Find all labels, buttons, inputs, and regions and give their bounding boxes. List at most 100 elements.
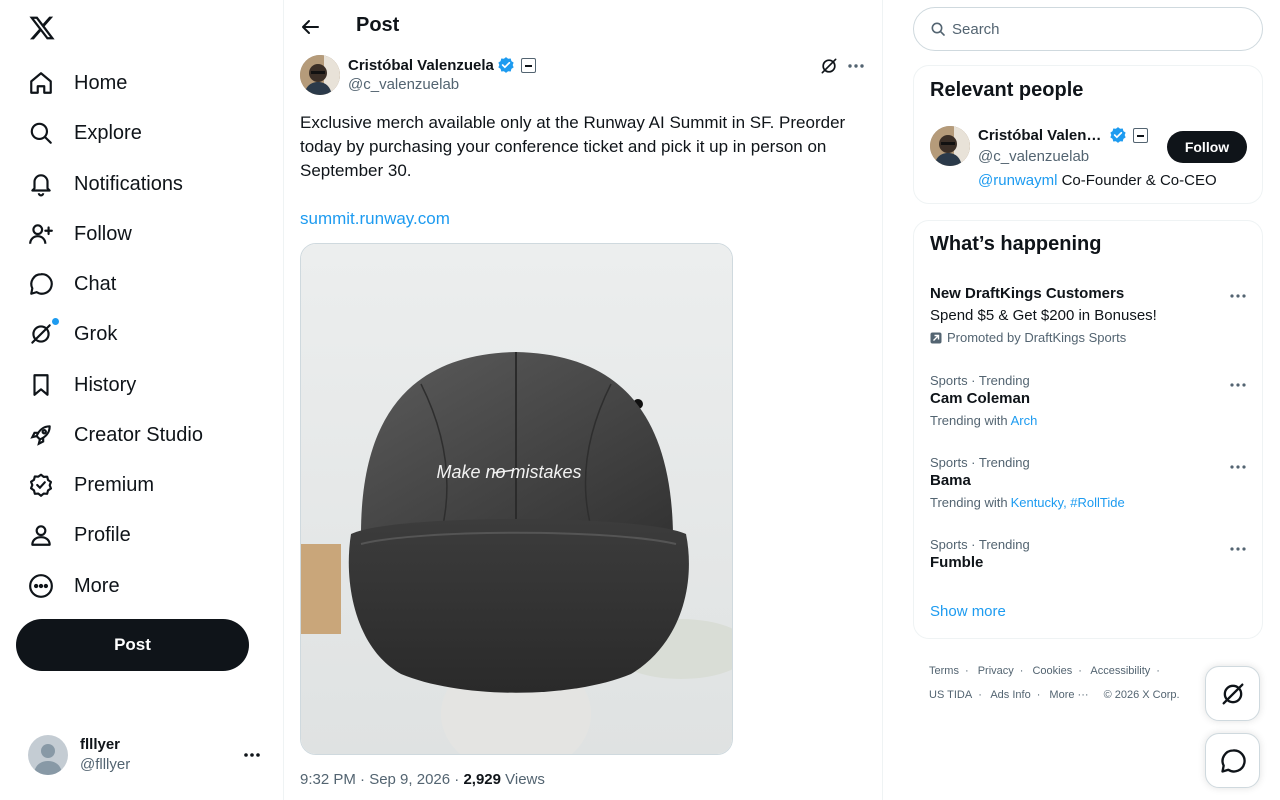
more-horizontal-icon[interactable] [1228,286,1248,306]
post-button[interactable]: Post [16,619,249,671]
bio-mention[interactable]: @runwayml [978,172,1057,189]
whats-happening-card: What’s happening New DraftKings Customer… [913,220,1263,639]
footer-links: Terms · Privacy · Cookies · Accessibility · … [929,665,1180,701]
follow-button[interactable]: Follow [1167,131,1247,163]
verified-badge-icon [28,472,54,498]
trend-category: Sports · Trending [930,455,1030,470]
tweet-link[interactable]: summit.runway.com [300,207,450,231]
trend-with: Trending with Arch [930,413,1248,429]
nav-label: Home [74,71,128,94]
trend-category: Sports · Trending [930,373,1030,388]
nav-item-history[interactable]: History [28,365,136,405]
author-avatar[interactable] [300,55,340,95]
tweet-image[interactable]: Make no mistakes [300,243,733,755]
footer-link[interactable]: Ads Info [990,689,1030,701]
nav-label: Chat [74,272,117,295]
search-input[interactable] [952,20,1232,38]
trend-item[interactable]: Sports · Trending Bama Trending with Kent… [930,455,1248,511]
person-handle: @c_valenzuelab [978,148,1090,165]
more-horizontal-icon[interactable] [846,56,866,76]
trend-item[interactable]: Sports · Trending Fumble [930,537,1248,573]
card-title: Relevant people [930,79,1084,101]
footer-link[interactable]: Terms [929,665,959,677]
tweet-text: Exclusive merch available only at the Ru… [300,113,846,180]
chat-icon [28,271,54,297]
trend-title: Cam Coleman [930,390,1031,407]
trend-title: Fumble [930,554,984,571]
promoted-text: Promoted by DraftKings Sports [947,330,1127,345]
nav-item-more[interactable]: More [28,566,120,606]
show-more-link[interactable]: Show more [930,603,1006,620]
more-horizontal-icon[interactable] [242,745,262,765]
views-label: Views [500,771,545,788]
trend-category: Sports · Trending [930,537,1030,552]
nav-item-explore[interactable]: Explore [28,113,142,153]
tweet-timestamp[interactable]: 9:32 PM · Sep 9, 2026 · [300,771,463,788]
search-icon [28,120,54,146]
nav-item-follow[interactable]: Follow [28,214,132,254]
footer-link[interactable]: Accessibility [1090,665,1150,677]
nav-label: History [74,373,137,396]
more-horizontal-icon[interactable] [1228,457,1248,477]
trend-with-label: Trending with [930,495,1008,510]
nav-item-profile[interactable]: Profile [28,515,131,555]
trend-with-label: Trending with [930,413,1008,428]
grok-icon [1219,680,1247,708]
affiliate-badge-icon [520,57,536,73]
rocket-icon [28,422,54,448]
trend-with: Trending with Kentucky, #RollTide [930,495,1248,511]
footer-link[interactable]: Privacy [978,665,1014,677]
nav-item-chat[interactable]: Chat [28,264,116,304]
promoted-icon [930,332,942,344]
nav-item-grok[interactable]: Grok [28,314,117,354]
footer-link[interactable]: More ··· [1049,689,1088,701]
nav-item-notifications[interactable]: Notifications [28,164,183,204]
trend-item[interactable]: Sports · Trending Cam Coleman Trending w… [930,373,1248,429]
cap-embroidery: Make no mistakes [436,462,581,482]
card-title: What’s happening [930,233,1102,255]
bio-text: Co-Founder & Co-CEO [1057,172,1217,189]
nav-item-home[interactable]: Home [28,63,127,103]
footer-link[interactable]: US TIDA [929,689,972,701]
chat-icon [1219,747,1247,775]
trend-item-promoted[interactable]: New DraftKings Customers Spend $5 & Get … [930,284,1248,346]
grok-floating-button[interactable] [1205,666,1260,721]
tweet-meta: 9:32 PM · Sep 9, 2026 · 2,929 Views [300,771,545,788]
more-horizontal-icon[interactable] [1228,375,1248,395]
search-box[interactable] [913,7,1263,51]
x-logo-icon[interactable] [28,14,56,42]
trend-tags[interactable]: Arch [1011,413,1038,428]
search-icon [930,21,946,37]
verified-check-icon [497,56,515,74]
more-circle-icon [28,573,54,599]
author-handle[interactable]: @c_valenzuelab [348,76,459,93]
home-icon [28,70,54,96]
more-horizontal-icon[interactable] [1228,539,1248,559]
author-name-row[interactable]: Cristóbal Valenzuela [348,56,536,74]
nav-label: Explore [74,121,142,144]
chat-floating-button[interactable] [1205,733,1260,788]
relevant-people-card: Relevant people Cristóbal Valenzuela @c_… [913,65,1263,204]
person-name: Cristóbal Valenzuela [978,126,1106,144]
views-count: 2,929 [463,771,501,788]
grok-icon [28,318,59,347]
main-column: Post Cristóbal Valenzuela @c_valenzuelab… [284,0,883,800]
person-icon [28,522,54,548]
account-switcher[interactable]: flllyer @flllyer [28,735,268,775]
grok-icon[interactable] [819,56,839,76]
back-arrow-icon[interactable] [300,17,320,37]
nav-item-premium[interactable]: Premium [28,465,154,505]
person-name-row[interactable]: Cristóbal Valenzuela [978,126,1148,144]
avatar[interactable] [930,126,970,166]
notification-dot [52,318,59,325]
nav-item-creator-studio[interactable]: Creator Studio [28,415,203,455]
nav-label: More [74,574,120,597]
copyright: © 2026 X Corp. [1103,689,1180,701]
trend-subtitle: Spend $5 & Get $200 in Bonuses! [930,307,1157,324]
nav-label: Grok [74,322,118,345]
footer-link[interactable]: Cookies [1032,665,1072,677]
avatar [28,735,68,775]
trend-tags[interactable]: Kentucky, #RollTide [1011,495,1125,510]
trend-title: Bama [930,472,971,489]
verified-check-icon [1109,126,1127,144]
